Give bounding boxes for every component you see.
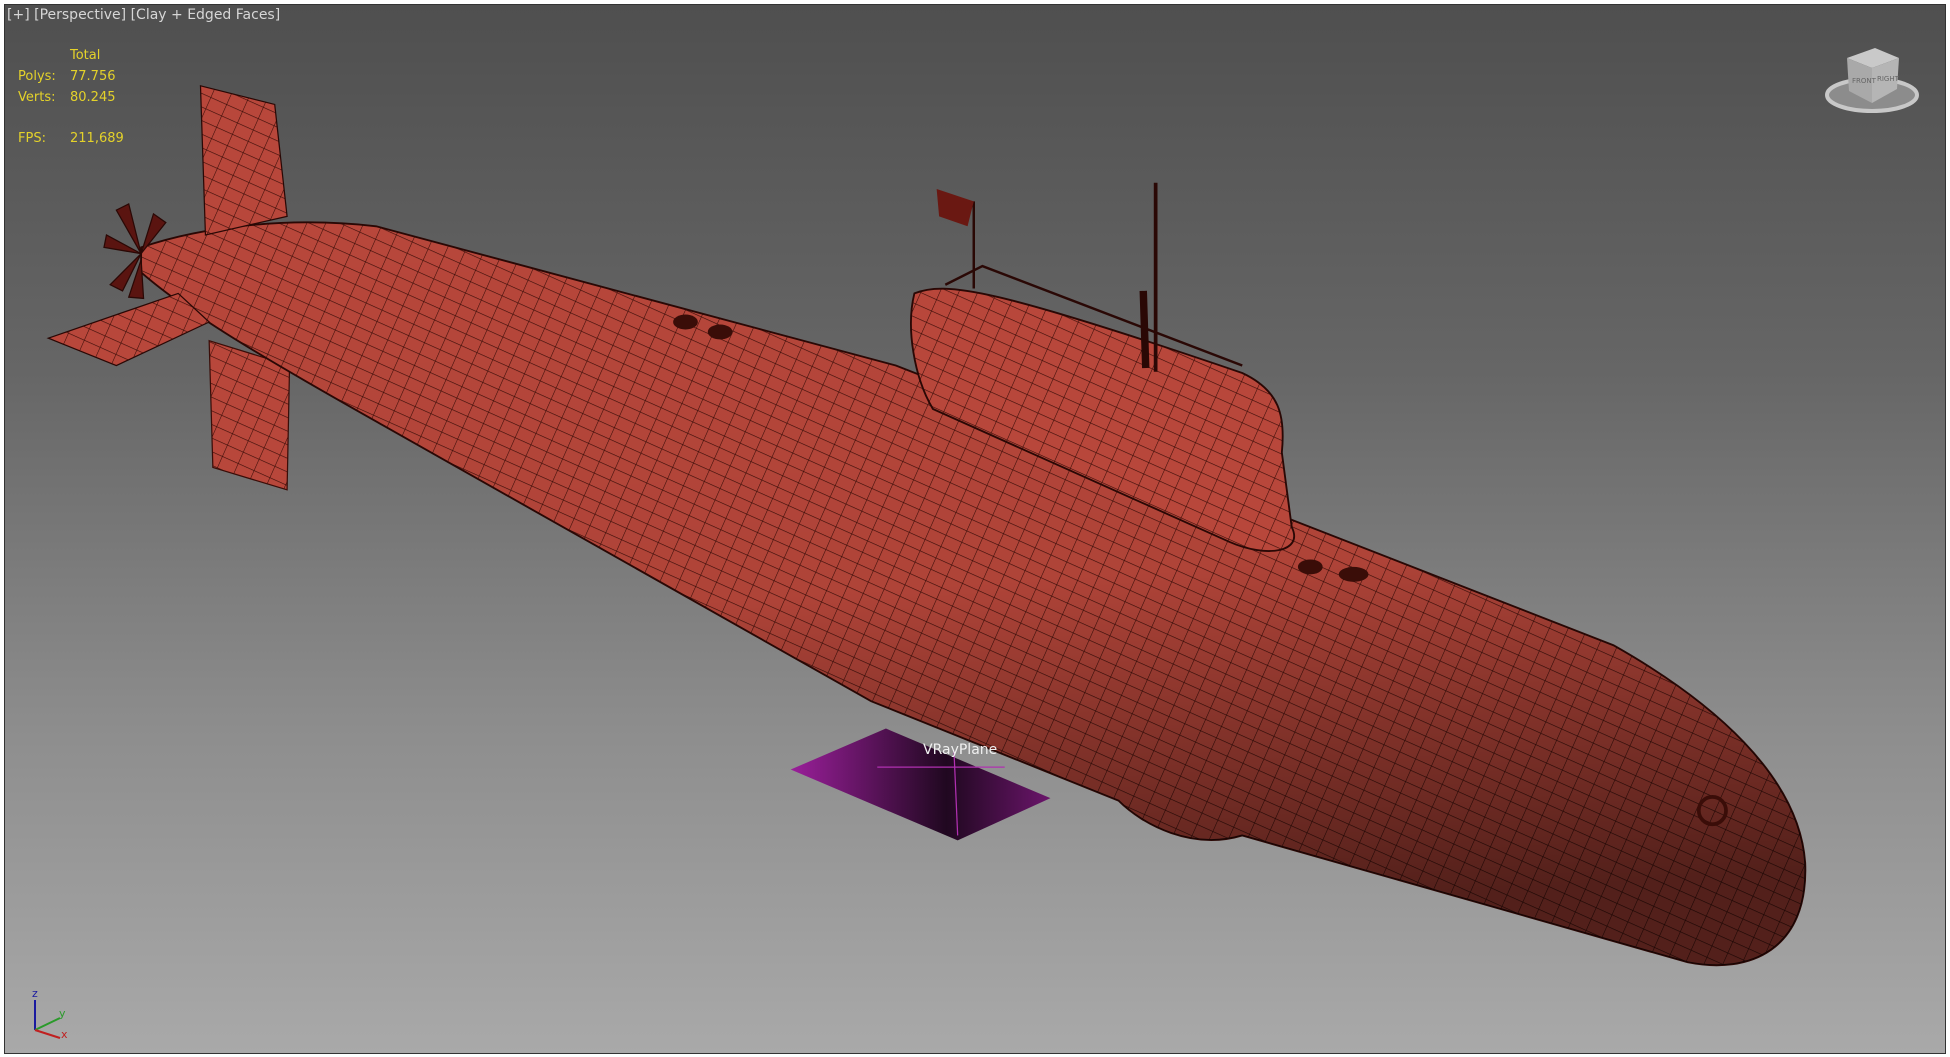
upper-rudder xyxy=(199,85,288,236)
perspective-viewport[interactable]: [+] [Perspective] [Clay + Edged Faces] T… xyxy=(4,4,1946,1054)
fps-value: 211,689 xyxy=(70,131,124,146)
submarine-scene[interactable] xyxy=(5,5,1945,1053)
viewcube-right[interactable]: RIGHT xyxy=(1877,75,1900,83)
viewcube[interactable]: FRONT RIGHT xyxy=(1817,33,1927,123)
vray-plane-label: VRayPlane xyxy=(923,742,998,758)
viewport-view-menu[interactable]: [Perspective] xyxy=(34,7,126,23)
viewcube-front[interactable]: FRONT xyxy=(1852,77,1877,85)
flag xyxy=(936,188,974,227)
statistics-overlay: Total Polys: 77.756 Verts: 80.245 FPS: 211,… xyxy=(18,45,124,149)
stats-header: Total xyxy=(70,48,101,63)
verts-value: 80.245 xyxy=(70,90,116,105)
polys-value: 77.756 xyxy=(70,69,116,84)
axis-tripod: z y x xyxy=(32,987,68,1041)
polys-label: Polys: xyxy=(18,69,56,84)
axis-y-label: y xyxy=(59,1007,66,1020)
verts-label: Verts: xyxy=(18,90,56,105)
axis-z-label: z xyxy=(32,987,38,1000)
stern-plane xyxy=(46,292,211,367)
axis-x-label: x xyxy=(61,1028,68,1041)
fps-label: FPS: xyxy=(18,131,46,146)
viewport-label: [+] [Perspective] [Clay + Edged Faces] xyxy=(7,7,280,23)
viewport-menu-plus[interactable]: [+] xyxy=(7,7,30,23)
viewport-shading-menu[interactable]: [Clay + Edged Faces] xyxy=(131,7,281,23)
